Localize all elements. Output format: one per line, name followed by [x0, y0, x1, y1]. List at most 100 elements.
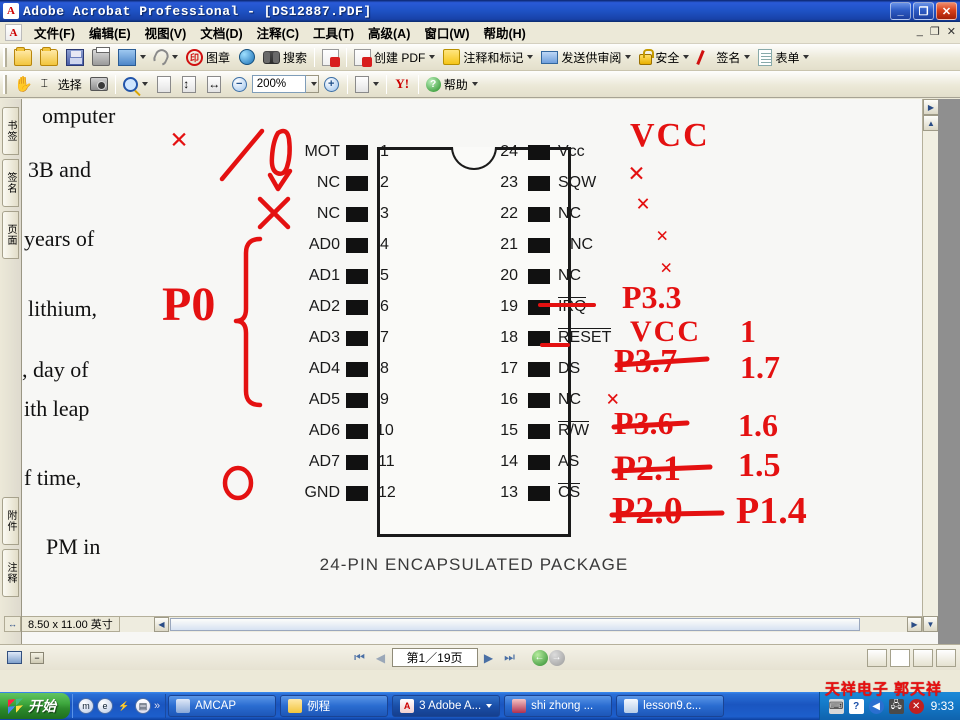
taskbar-item-amcap[interactable]: AMCAP [168, 695, 277, 717]
continuous-facing-view-button[interactable] [936, 648, 956, 667]
document-horizontal-scrollbar[interactable]: ◀ ▶ [22, 616, 922, 632]
open-button[interactable] [11, 46, 35, 69]
previous-page-button[interactable]: ◀ [371, 648, 391, 668]
hscroll-right-button[interactable]: ▶ [907, 617, 922, 632]
taskbar-item-lesson9[interactable]: lesson9.c... [616, 695, 725, 717]
email-button[interactable] [115, 46, 149, 69]
media-icon[interactable]: m [78, 698, 94, 714]
menu-view[interactable]: 视图(V) [138, 21, 194, 44]
menu-tools[interactable]: 工具(T) [306, 21, 361, 44]
signature-button[interactable]: 签名 [694, 46, 753, 69]
show-hide-navigation-button[interactable] [4, 648, 24, 668]
chevron-down-icon[interactable] [527, 55, 534, 59]
toolbar-grip[interactable] [3, 74, 7, 94]
doc-restore-button[interactable]: ❐ [930, 25, 940, 38]
facing-view-button[interactable] [913, 648, 933, 667]
previous-view-button[interactable]: ← [531, 649, 548, 666]
first-page-button[interactable]: ⏮ [350, 648, 370, 668]
next-view-button[interactable]: → [548, 649, 565, 666]
close-button[interactable]: ✕ [936, 2, 957, 20]
fit-width-button[interactable]: ↔ [203, 73, 226, 96]
nav-tab-attachments[interactable]: 附件 [2, 497, 19, 545]
nav-tab-comments[interactable]: 注释 [2, 549, 19, 597]
stamp-button[interactable]: 印图章 [183, 46, 233, 69]
send-review-button[interactable]: 发送供审阅 [538, 46, 634, 69]
network-icon[interactable]: 🖧 [888, 698, 904, 714]
yahoo-toolbar-button[interactable]: Y! [391, 73, 414, 96]
chevron-down-icon[interactable] [140, 55, 146, 59]
menu-advanced[interactable]: 高级(A) [361, 21, 417, 44]
zoom-in-button[interactable]: + [320, 73, 343, 96]
security-button[interactable]: 安全 [636, 46, 692, 69]
taskbar-item-licheng[interactable]: 例程 [280, 695, 389, 717]
attach-button[interactable] [151, 46, 181, 69]
page-layout-button[interactable] [352, 73, 382, 96]
menu-window[interactable]: 窗口(W) [417, 21, 476, 44]
organizer-button[interactable] [37, 46, 61, 69]
preflight-button[interactable] [319, 46, 342, 69]
minimize-button[interactable]: _ [890, 2, 911, 20]
chevron-down-icon[interactable] [372, 82, 379, 86]
last-page-button[interactable]: ⏭ [500, 648, 520, 668]
chevron-down-icon[interactable] [429, 55, 436, 59]
menu-document[interactable]: 文档(D) [193, 21, 249, 44]
hscroll-thumb[interactable] [170, 618, 860, 631]
document-vertical-scrollbar[interactable]: ▶ ▲ ▼ [922, 99, 938, 632]
chevron-down-icon[interactable] [141, 82, 148, 86]
shield-icon[interactable]: ✕ [908, 698, 924, 714]
next-page-button[interactable]: ▶ [479, 648, 499, 668]
create-pdf-button[interactable]: 创建 PDF [351, 46, 438, 69]
snapshot-button[interactable] [87, 73, 111, 96]
fit-page-button[interactable]: ↕ [178, 73, 201, 96]
hscroll-left-button[interactable]: ◀ [154, 617, 169, 632]
notepad-icon[interactable]: ▤ [135, 698, 151, 714]
zoom-level-input[interactable]: 200% [251, 75, 306, 93]
taskbar-item-shizhong[interactable]: shi zhong ... [504, 695, 613, 717]
menu-edit[interactable]: 编辑(E) [82, 21, 138, 44]
system-clock[interactable]: 9:33 [931, 699, 954, 713]
scroll-up-button[interactable]: ▲ [923, 115, 938, 131]
select-tool-button[interactable]: ⌶ 选择 [38, 73, 85, 96]
maximize-button[interactable]: ❐ [913, 2, 934, 20]
zoom-dropdown-button[interactable] [305, 75, 319, 93]
menu-file[interactable]: 文件(F) [27, 21, 82, 44]
taskbar-item-adobe[interactable]: A 3 Adobe A... [392, 695, 501, 717]
zoom-tool-button[interactable] [120, 73, 151, 96]
doc-close-button[interactable]: ✕ [947, 25, 956, 38]
help-icon[interactable]: ? [848, 698, 864, 714]
volume-icon[interactable]: ◀ [868, 698, 884, 714]
nav-tab-signatures[interactable]: 签名 [2, 159, 19, 207]
doc-minimize-button[interactable]: _ [917, 25, 923, 38]
search-button[interactable]: 搜索 [260, 46, 310, 69]
forms-button[interactable]: 表单 [755, 46, 812, 69]
chevron-down-icon[interactable] [486, 704, 493, 708]
chevron-down-icon[interactable] [625, 55, 632, 59]
chevrons-icon[interactable]: » [154, 700, 160, 712]
start-button[interactable]: 开始 [0, 693, 70, 719]
print-button[interactable] [89, 46, 113, 69]
help-button[interactable]: ? 帮助 [423, 73, 481, 96]
toolbar-grip[interactable] [3, 47, 7, 67]
browser-icon[interactable]: e [97, 698, 113, 714]
page-indicator[interactable]: 第1／19页 [391, 648, 478, 667]
continuous-view-button[interactable] [890, 648, 910, 667]
keyboard-icon[interactable]: ⌨ [828, 698, 844, 714]
chevron-down-icon[interactable] [803, 55, 810, 59]
nav-tab-pages[interactable]: 页面 [2, 211, 19, 259]
zoom-out-button[interactable]: − [228, 73, 251, 96]
collapse-toolbars-button[interactable]: − [27, 648, 47, 668]
comment-markup-button[interactable]: 注释和标记 [440, 46, 536, 69]
single-page-view-button[interactable] [867, 648, 887, 667]
nav-tab-bookmarks[interactable]: 书签 [2, 107, 19, 155]
actual-size-button[interactable] [153, 73, 176, 96]
chevron-down-icon[interactable] [172, 55, 178, 59]
web-button[interactable] [235, 46, 258, 69]
save-button[interactable] [63, 46, 87, 69]
page-fit-icon[interactable]: ↔ [4, 616, 21, 632]
chevron-down-icon[interactable] [471, 82, 478, 86]
hand-tool-button[interactable]: ✋ [11, 73, 36, 96]
document-pane[interactable]: omputer 3B and years of lithium, , day o… [22, 99, 938, 644]
scroll-tool-icon[interactable]: ▶ [923, 99, 938, 115]
scroll-down-button[interactable]: ▼ [923, 616, 938, 632]
menu-help[interactable]: 帮助(H) [476, 21, 532, 44]
